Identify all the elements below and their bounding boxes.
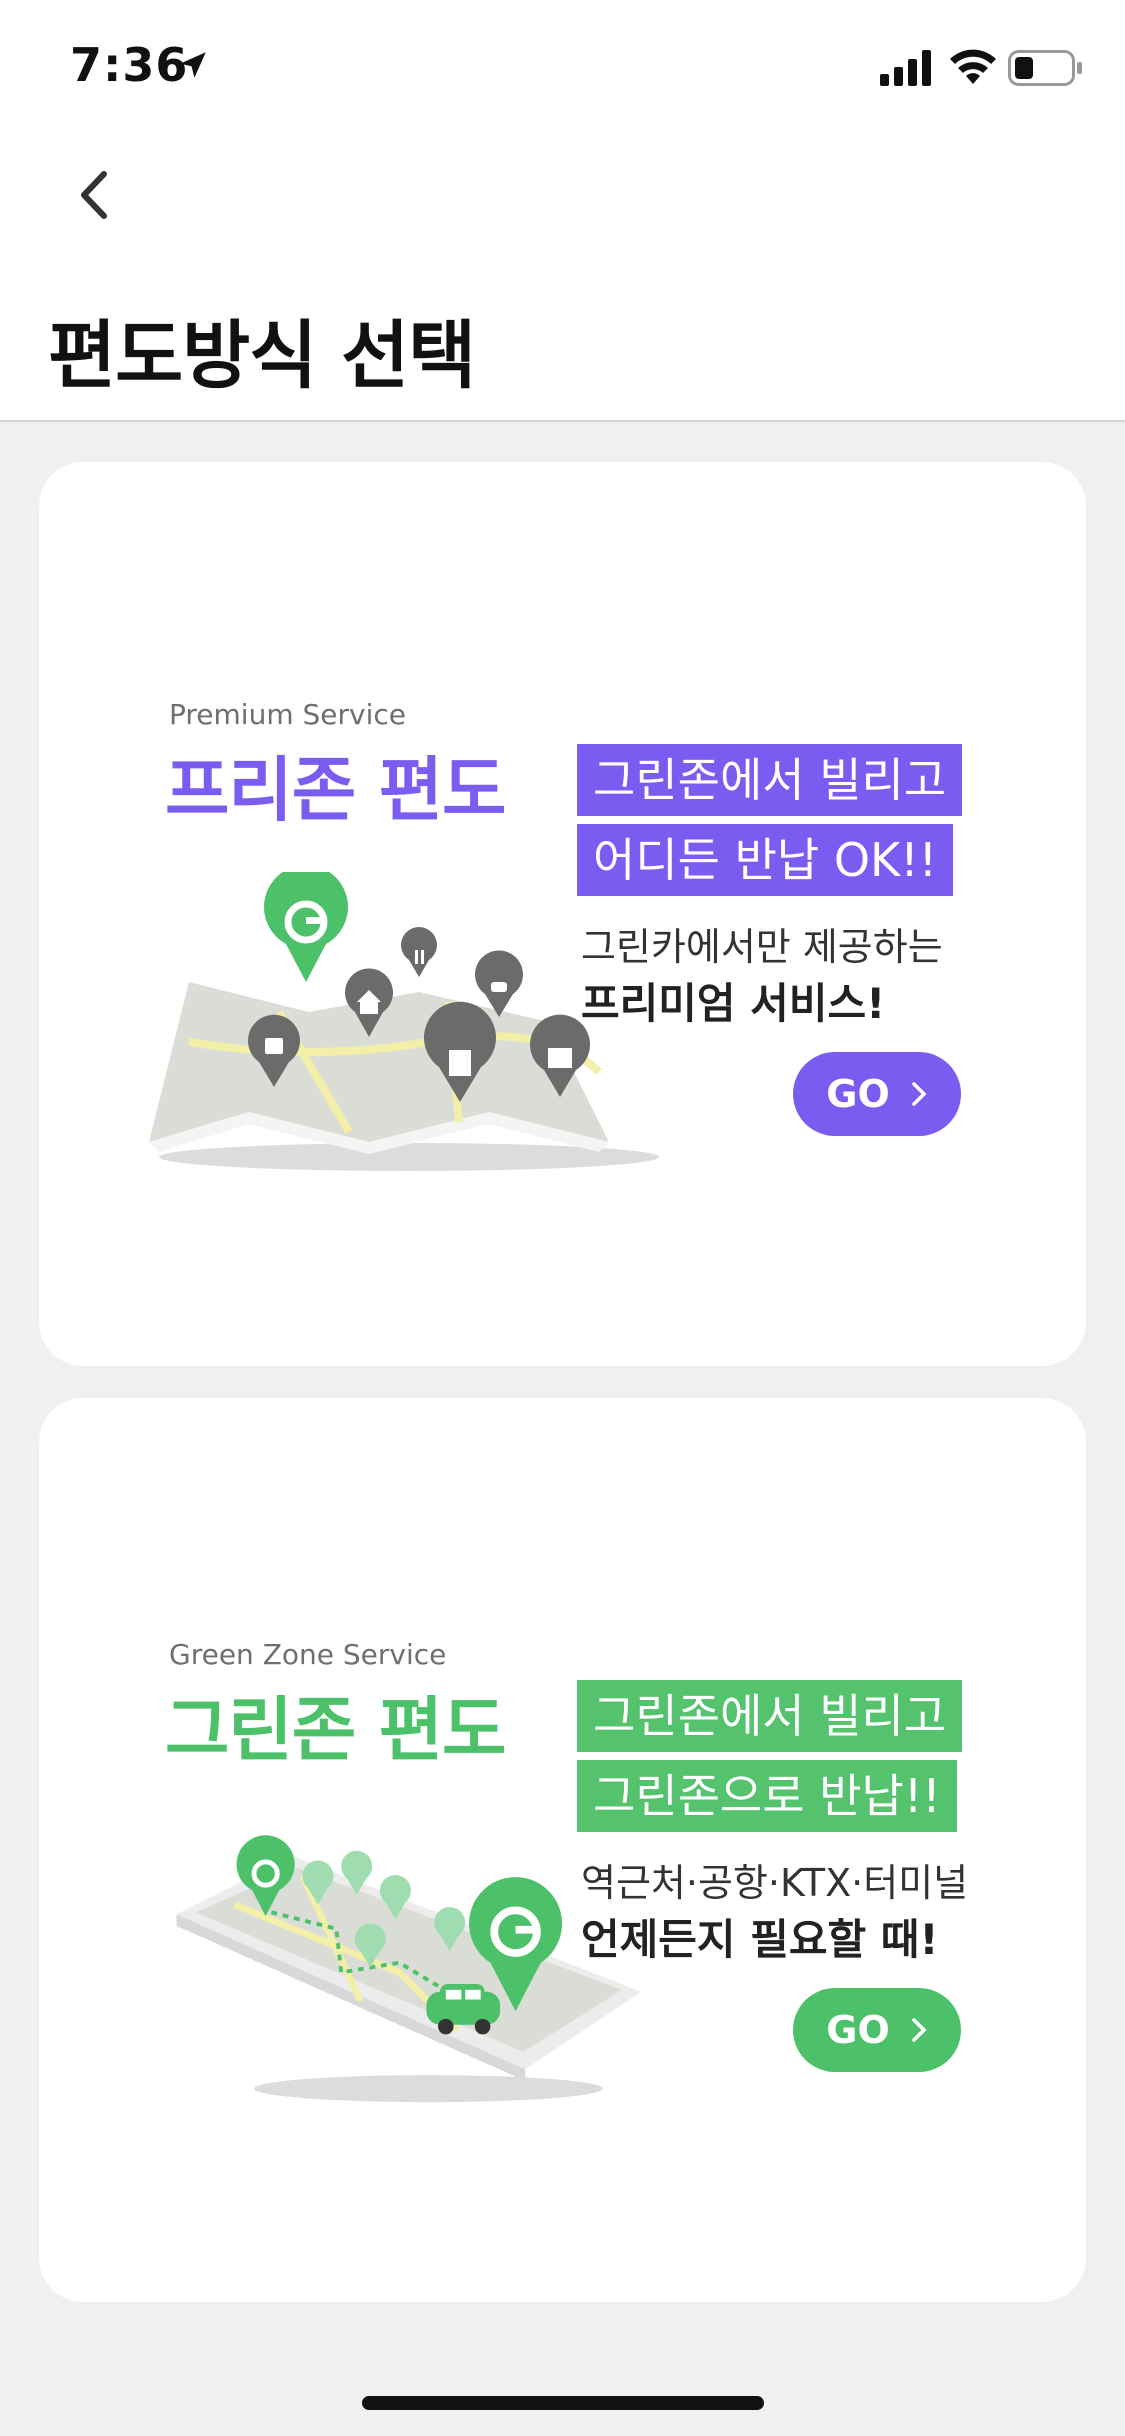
green-g-pin-icon [264,872,348,982]
service-description: 역근처·공항·KTX·터미널 [581,1861,969,1905]
service-tag-2: 어디든 반납 OK!! [577,824,954,896]
greenzone-oneway-card[interactable]: Green Zone Service 그린존 편도 그린존에서 빌리고 그린존으… [39,1398,1086,2302]
battery-icon [1008,50,1082,86]
service-subtitle: Premium Service [169,698,406,731]
header-area: 7:36 편도방식 선택 [0,0,1125,422]
service-highlight: 프리미엄 서비스! [581,979,886,1028]
cellular-signal-icon [880,50,931,86]
freezone-go-button[interactable]: GO [793,1052,961,1136]
greenzone-go-button[interactable]: GO [793,1988,961,2072]
go-label: GO [826,2008,890,2052]
go-label: GO [826,1072,890,1116]
chevron-right-icon [912,2018,927,2042]
service-highlight: 언제든지 필요할 때! [581,1915,939,1964]
service-tag-1: 그린존에서 빌리고 [577,744,963,816]
service-subtitle: Green Zone Service [169,1638,447,1671]
service-tag-2: 그린존으로 반납!! [577,1760,957,1832]
status-time: 7:36 [70,38,189,92]
service-description: 그린카에서만 제공하는 [581,925,943,969]
home-indicator [362,2396,764,2410]
freezone-oneway-card[interactable]: Premium Service 프리존 편도 그린존에서 빌리고 어디든 반납 … [39,462,1086,1366]
service-title: 프리존 편도 [165,749,506,831]
page-title: 편도방식 선택 [48,313,476,399]
service-title: 그린존 편도 [165,1689,506,1771]
location-arrow-icon [180,52,206,78]
chevron-right-icon [912,1082,927,1106]
back-button[interactable] [60,160,130,230]
service-tag-1: 그린존에서 빌리고 [577,1680,963,1752]
wifi-icon [950,49,996,84]
